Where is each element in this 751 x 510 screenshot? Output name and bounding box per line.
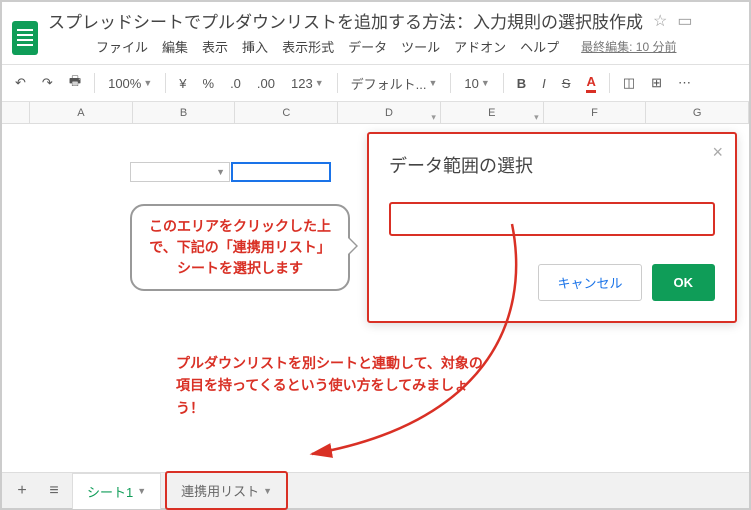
menu-tools[interactable]: ツール bbox=[401, 37, 440, 56]
dialog-title: データ範囲の選択 bbox=[389, 152, 715, 178]
more-toolbar-icon[interactable]: ⋯ bbox=[673, 72, 696, 94]
bold-button[interactable]: B bbox=[512, 73, 531, 94]
col-header-b[interactable]: B bbox=[133, 102, 236, 123]
format-percent[interactable]: % bbox=[198, 73, 220, 94]
range-input[interactable] bbox=[389, 202, 715, 236]
spreadsheet-grid[interactable]: A B C D▾ E▾ F G ▼ × データ範囲の選択 キャンセル OK この… bbox=[2, 102, 749, 462]
col-header-e[interactable]: E▾ bbox=[441, 102, 544, 123]
all-sheets-button[interactable]: ≡ bbox=[40, 477, 68, 505]
dropdown-cell[interactable]: ▼ bbox=[130, 162, 230, 182]
print-icon[interactable]: 🖶 bbox=[64, 69, 86, 97]
menu-bar: ファイル 編集 表示 挿入 表示形式 データ ツール アドオン ヘルプ 最終編集… bbox=[48, 33, 739, 64]
menu-view[interactable]: 表示 bbox=[202, 37, 228, 56]
annotation-callout-2: プルダウンリストを別シートと連動して、対象の項目を持ってくるという使い方をしてみ… bbox=[176, 352, 486, 419]
star-icon[interactable]: ☆ bbox=[653, 11, 667, 31]
select-range-dialog: × データ範囲の選択 キャンセル OK bbox=[367, 132, 737, 323]
menu-edit[interactable]: 編集 bbox=[162, 37, 188, 56]
undo-icon[interactable]: ↶ bbox=[10, 72, 31, 94]
annotation-callout-1: このエリアをクリックした上で、下記の「連携用リスト」シートを選択します bbox=[130, 204, 350, 291]
menu-insert[interactable]: 挿入 bbox=[242, 37, 268, 56]
font-size-dropdown[interactable]: 10▼ bbox=[459, 73, 494, 94]
present-icon[interactable]: ▭ bbox=[677, 11, 692, 31]
select-all-corner[interactable] bbox=[2, 102, 30, 123]
sheet-tab-1[interactable]: シート1▼ bbox=[72, 473, 161, 509]
toolbar: ↶ ↷ 🖶 100%▼ ¥ % .0 .00 123▼ デフォルト...▼ 10… bbox=[2, 64, 749, 102]
col-header-g[interactable]: G bbox=[646, 102, 749, 123]
more-formats[interactable]: 123▼ bbox=[286, 73, 329, 94]
ok-button[interactable]: OK bbox=[652, 264, 716, 301]
dropdown-arrow-icon[interactable]: ▼ bbox=[216, 167, 225, 177]
format-currency[interactable]: ¥ bbox=[174, 73, 191, 94]
text-color-button[interactable]: A bbox=[581, 71, 600, 96]
document-title[interactable]: スプレッドシートでプルダウンリストを追加する方法：入力規則の選択肢作成 bbox=[48, 8, 643, 33]
fill-color-icon[interactable]: ◫ bbox=[618, 72, 640, 94]
increase-decimal[interactable]: .00 bbox=[252, 73, 280, 94]
zoom-dropdown[interactable]: 100%▼ bbox=[103, 73, 157, 94]
col-header-c[interactable]: C bbox=[235, 102, 338, 123]
menu-file[interactable]: ファイル bbox=[96, 37, 148, 56]
menu-help[interactable]: ヘルプ bbox=[520, 37, 559, 56]
borders-icon[interactable]: ⊞ bbox=[646, 72, 667, 94]
add-sheet-button[interactable]: + bbox=[8, 477, 36, 505]
redo-icon[interactable]: ↷ bbox=[37, 72, 58, 94]
strike-button[interactable]: S bbox=[557, 73, 576, 94]
sheet-tab-linked-list[interactable]: 連携用リスト▼ bbox=[165, 471, 288, 510]
last-edit-link[interactable]: 最終編集: 10 分前 bbox=[581, 38, 676, 55]
close-icon[interactable]: × bbox=[712, 142, 723, 163]
menu-format[interactable]: 表示形式 bbox=[282, 37, 334, 56]
menu-data[interactable]: データ bbox=[348, 37, 387, 56]
cancel-button[interactable]: キャンセル bbox=[538, 264, 641, 301]
col-header-d[interactable]: D▾ bbox=[338, 102, 441, 123]
col-header-a[interactable]: A bbox=[30, 102, 133, 123]
sheets-logo-icon bbox=[12, 21, 38, 55]
sheet-tab-bar: + ≡ シート1▼ 連携用リスト▼ bbox=[2, 472, 749, 508]
col-header-f[interactable]: F bbox=[544, 102, 647, 123]
font-dropdown[interactable]: デフォルト...▼ bbox=[346, 71, 443, 96]
decrease-decimal[interactable]: .0 bbox=[225, 73, 246, 94]
active-cell[interactable] bbox=[231, 162, 331, 182]
italic-button[interactable]: I bbox=[537, 73, 551, 94]
menu-addons[interactable]: アドオン bbox=[454, 37, 506, 56]
